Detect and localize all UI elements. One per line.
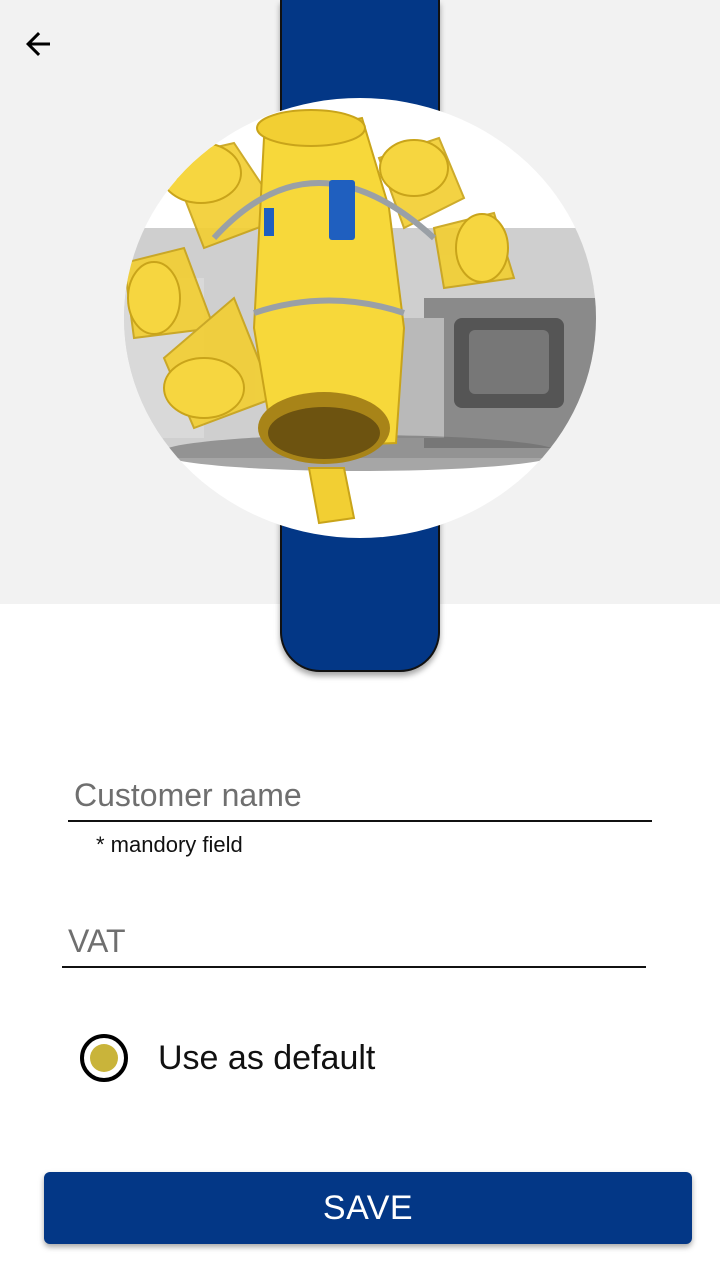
back-button[interactable]	[14, 20, 62, 68]
radio-button[interactable]	[80, 1034, 128, 1082]
save-button[interactable]: SAVE	[44, 1172, 692, 1244]
customer-name-input[interactable]	[68, 770, 652, 822]
mandatory-field-hint: * mandory field	[96, 832, 243, 857]
arrow-left-icon	[26, 32, 50, 56]
use-as-default-option[interactable]: Use as default	[80, 1030, 375, 1086]
vat-input[interactable]	[62, 916, 646, 968]
customer-name-field	[68, 770, 652, 822]
yellow-cyclone-spreader-image	[124, 109, 596, 525]
use-as-default-label: Use as default	[158, 1038, 376, 1077]
vat-field	[62, 916, 646, 968]
radio-selected-dot	[90, 1044, 118, 1072]
product-image	[124, 98, 596, 538]
